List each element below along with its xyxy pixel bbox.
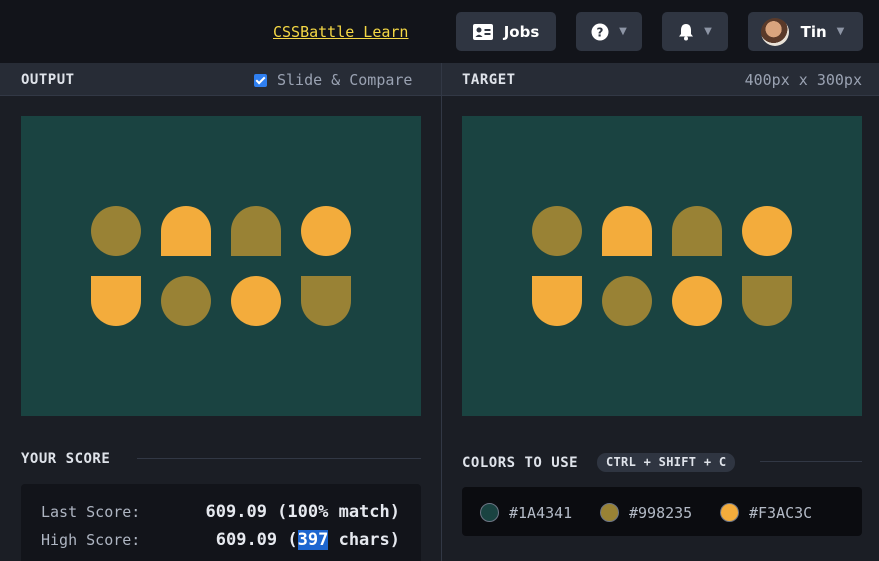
help-menu-button[interactable]: ? ▼	[576, 12, 642, 51]
swatch-hex: #1A4341	[509, 503, 573, 522]
help-icon: ?	[591, 23, 609, 40]
circle-shape	[672, 276, 722, 326]
high-score-label: High Score:	[41, 531, 141, 549]
swatch-hex: #F3AC3C	[749, 503, 813, 522]
circle-shape	[301, 206, 351, 256]
jobs-button[interactable]: Jobs	[456, 12, 556, 51]
output-header: OUTPUT Slide & Compare	[0, 63, 441, 96]
slide-compare-toggle[interactable]: Slide & Compare	[254, 71, 412, 89]
arch-shape	[161, 206, 211, 256]
colors-divider	[760, 461, 862, 462]
panel-divider	[441, 63, 442, 561]
copy-colors-shortcut: CTRL + SHIFT + C	[597, 453, 736, 472]
output-title: OUTPUT	[21, 72, 75, 88]
color-swatch[interactable]: #998235	[600, 503, 692, 522]
cup-shape	[742, 276, 792, 326]
color-swatch[interactable]: #F3AC3C	[720, 503, 812, 522]
user-menu-button[interactable]: Tin ▼	[748, 12, 863, 51]
user-name: Tin	[800, 22, 827, 41]
high-score-prefix: 609.09 (	[215, 530, 298, 550]
arch-shape	[602, 206, 652, 256]
score-panel: Last Score: 609.09 (100% match) High Sco…	[21, 484, 421, 561]
chevron-down-icon: ▼	[619, 26, 627, 37]
output-canvas[interactable]	[21, 116, 421, 416]
bell-icon	[679, 23, 694, 40]
svg-text:?: ?	[597, 25, 604, 39]
cup-shape	[91, 276, 141, 326]
colors-title: COLORS TO USE	[462, 455, 579, 471]
circle-shape	[532, 206, 582, 256]
target-dimensions: 400px x 300px	[744, 71, 862, 89]
char-count-highlight: 397	[297, 530, 329, 550]
id-card-icon	[472, 23, 493, 40]
jobs-label: Jobs	[503, 22, 540, 41]
swatch-dot	[600, 503, 619, 522]
score-title: YOUR SCORE	[21, 451, 111, 467]
arch-shape	[231, 206, 281, 256]
learn-link[interactable]: CSSBattle Learn	[273, 23, 408, 41]
circle-shape	[742, 206, 792, 256]
swatch-hex: #998235	[629, 503, 693, 522]
arch-shape	[672, 206, 722, 256]
last-score-value: 609.09 (100% match)	[205, 502, 400, 522]
target-title: TARGET	[462, 72, 516, 88]
color-swatch[interactable]: #1A4341	[480, 503, 572, 522]
cup-shape	[301, 276, 351, 326]
target-header: TARGET 400px x 300px	[442, 63, 879, 96]
top-nav: CSSBattle Learn Jobs ? ▼ ▼ Tin ▼	[0, 0, 879, 63]
chevron-down-icon: ▼	[704, 26, 712, 37]
slide-compare-checkbox[interactable]	[254, 73, 267, 87]
circle-shape	[161, 276, 211, 326]
last-score-label: Last Score:	[41, 503, 141, 521]
circle-shape	[91, 206, 141, 256]
target-canvas[interactable]	[462, 116, 862, 416]
circle-shape	[231, 276, 281, 326]
swatch-dot	[480, 503, 499, 522]
colors-panel: #1A4341 #998235 #F3AC3C	[462, 487, 862, 536]
cup-shape	[532, 276, 582, 326]
high-score-suffix: chars)	[328, 530, 400, 550]
avatar	[760, 17, 789, 46]
slide-compare-label: Slide & Compare	[277, 71, 413, 89]
chevron-down-icon: ▼	[836, 26, 845, 37]
swatch-dot	[720, 503, 739, 522]
circle-shape	[602, 276, 652, 326]
score-divider	[137, 458, 421, 459]
notifications-button[interactable]: ▼	[662, 12, 728, 51]
high-score-value: 609.09 (397 chars)	[216, 530, 400, 550]
